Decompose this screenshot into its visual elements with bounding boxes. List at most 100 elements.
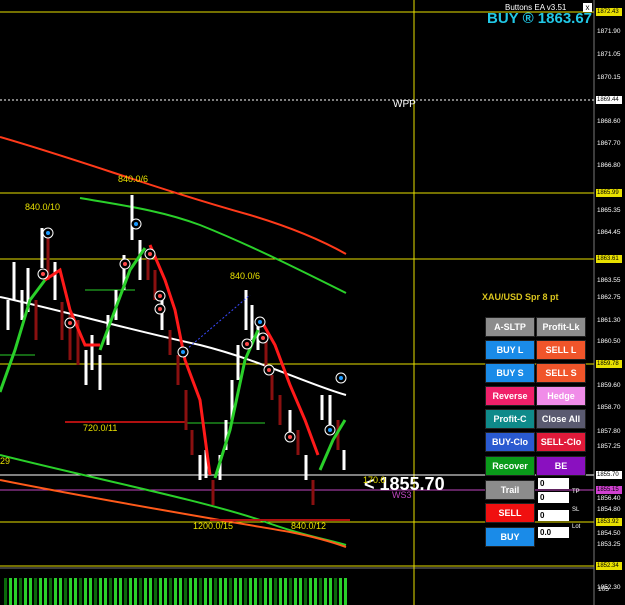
histogram-bar [199, 578, 202, 605]
buy-s-button[interactable]: BUY S [485, 363, 535, 383]
signal-marker-dot [339, 376, 343, 380]
histogram-bar [239, 578, 242, 605]
white-ma [0, 296, 347, 396]
level-label-1200-15: 1200.0/15 [193, 521, 234, 531]
histogram-bar [344, 578, 347, 605]
histogram-bar [329, 578, 332, 605]
price-axis-tick: 1865.35 [597, 207, 621, 214]
histogram-bar [89, 578, 92, 605]
histogram-bar [69, 578, 72, 605]
histogram-bar [54, 578, 57, 605]
sell-clo-button[interactable]: SELL-Clo [536, 432, 586, 452]
signal-marker-dot [181, 350, 185, 354]
reverse-button[interactable]: Reverse [485, 386, 535, 406]
signal-marker-dot [148, 252, 152, 256]
a-sltp-button[interactable]: A-SLTP [485, 317, 535, 337]
histogram-bar [4, 578, 7, 605]
histogram-bar [284, 578, 287, 605]
signal-marker-dot [68, 321, 72, 325]
symbol-spread-info: XAU/USD Spr 8 pt [482, 292, 559, 302]
field-label: TP [572, 489, 580, 495]
price-axis-tick: 1859.60 [597, 382, 621, 389]
trend-line-red-1 [44, 267, 100, 347]
histogram-bar [49, 578, 52, 605]
profit-lk-button[interactable]: Profit-Lk [536, 317, 586, 337]
histogram-bar [294, 578, 297, 605]
price-axis-tag: 1855.70 [596, 471, 622, 479]
histogram-bar [104, 578, 107, 605]
histogram-bar [124, 578, 127, 605]
histogram-bar [134, 578, 137, 605]
histogram-bar [309, 578, 312, 605]
price-axis-tick: 1853.25 [597, 541, 621, 548]
sl-field[interactable]: 0 [538, 510, 569, 521]
price-axis-tick: 1857.80 [597, 428, 621, 435]
histogram-bar [39, 578, 42, 605]
histogram-bar [79, 578, 82, 605]
histogram-bar [14, 578, 17, 605]
left-edge-label: 29 [0, 456, 11, 466]
histogram-bar [254, 578, 257, 605]
histogram-bar [289, 578, 292, 605]
histogram-bar [169, 578, 172, 605]
level-label-840-12: 840.0/12 [291, 521, 327, 531]
price-axis-tag: 1855.15 [596, 486, 622, 494]
signal-marker-dot [46, 231, 50, 235]
price-axis-tag: 1863.61 [596, 255, 622, 263]
signal-marker-dot [41, 272, 45, 276]
histogram-bar [74, 578, 77, 605]
histogram-bar [19, 578, 22, 605]
histogram-bar [209, 578, 212, 605]
histogram-bar [84, 578, 87, 605]
price-axis-tag: 1872.43 [596, 8, 622, 16]
histogram-bar [179, 578, 182, 605]
medium-ma-lower [0, 454, 347, 546]
trail-value-field[interactable]: 0 [538, 478, 569, 489]
price-axis-tick: 1861.30 [597, 317, 621, 324]
medium-ma-upper [79, 197, 347, 294]
buy-button[interactable]: BUY [485, 527, 535, 547]
histogram-bar [184, 578, 187, 605]
histogram-bar [299, 578, 302, 605]
histogram-bar [119, 578, 122, 605]
buy-clo-button[interactable]: BUY-Clo [485, 432, 535, 452]
histogram-bar [214, 578, 217, 605]
signal-marker-dot [123, 262, 127, 266]
hedge-button[interactable]: Hedge [536, 386, 586, 406]
sell-s-button[interactable]: SELL S [536, 363, 586, 383]
recover-button[interactable]: Recover [485, 456, 535, 476]
lot-field[interactable]: 0.0 [538, 527, 569, 538]
price-axis-tag: 1869.44 [596, 96, 622, 104]
price-axis-tick: 1866.80 [597, 162, 621, 169]
histogram-bar [154, 578, 157, 605]
histogram-bar [204, 578, 207, 605]
histogram-bar [164, 578, 167, 605]
histogram-bar [279, 578, 282, 605]
profit-c-button[interactable]: Profit-C [485, 409, 535, 429]
level-label-170: 170.0 [363, 475, 386, 485]
level-label-840-10: 840.0/10 [25, 202, 61, 212]
be-button[interactable]: BE [536, 456, 586, 476]
level-label-840-6-mid: 840.0/6 [230, 271, 261, 281]
histogram-bar [144, 578, 147, 605]
buy-l-button[interactable]: BUY L [485, 340, 535, 360]
trail-button[interactable]: Trail [485, 480, 535, 500]
signal-marker-dot [134, 222, 138, 226]
histogram-bar [174, 578, 177, 605]
signal-marker-dot [267, 368, 271, 372]
histogram-bar [274, 578, 277, 605]
histogram-bar [324, 578, 327, 605]
close-all-button[interactable]: Close All [536, 409, 586, 429]
sell-l-button[interactable]: SELL L [536, 340, 586, 360]
histogram-bar [249, 578, 252, 605]
level-label-840-6-top: 840.0/6 [118, 174, 149, 184]
sell-button[interactable]: SELL [485, 503, 535, 523]
histogram-bar [139, 578, 142, 605]
histogram-bar [269, 578, 272, 605]
histogram-bar [114, 578, 117, 605]
price-axis-tick: 1856.40 [597, 495, 621, 502]
histogram-bar [339, 578, 342, 605]
price-axis-tag: 1852.34 [596, 562, 622, 570]
tp-field[interactable]: 0 [538, 492, 569, 503]
price-axis-tick: 1864.45 [597, 229, 621, 236]
